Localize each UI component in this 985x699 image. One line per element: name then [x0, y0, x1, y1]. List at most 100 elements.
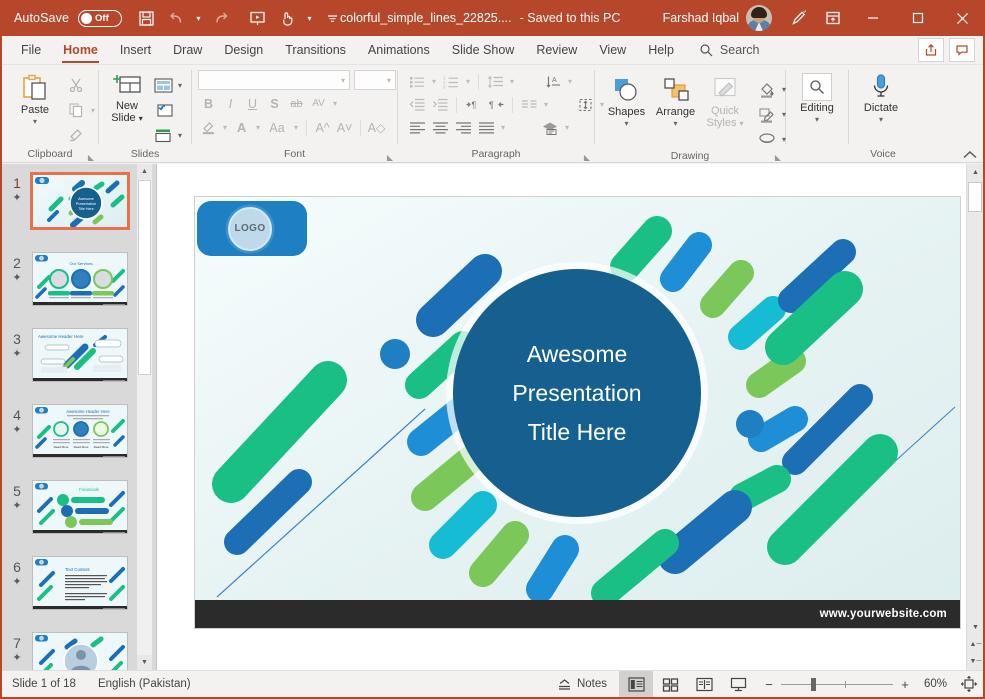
increase-font-size-button[interactable]: A^: [312, 117, 333, 138]
smartart-dropdown-icon[interactable]: ▾: [562, 123, 572, 132]
font-dialog-launcher[interactable]: ◣: [387, 153, 393, 162]
view-slide-sorter-button[interactable]: [653, 671, 687, 697]
list-item[interactable]: 7 ✦: [2, 632, 152, 670]
maximize-icon[interactable]: [895, 0, 940, 36]
zoom-control[interactable]: − + 60%: [755, 677, 955, 692]
scroll-down-icon[interactable]: ▼: [137, 655, 152, 670]
logo-placeholder[interactable]: LOGO: [197, 201, 307, 256]
slide-thumbnail[interactable]: Awesome Presentation Title Here: [30, 172, 130, 230]
scroll-down-icon[interactable]: ▼: [967, 619, 984, 636]
copy-dropdown-icon[interactable]: ▾: [88, 106, 98, 115]
canvas-scrollbar[interactable]: ▲ ▼ ▲─ ▼─: [966, 164, 983, 670]
columns-icon[interactable]: [518, 94, 540, 115]
decrease-indent-icon[interactable]: [406, 94, 428, 115]
shapes-button[interactable]: Shapes ▾: [603, 73, 650, 128]
list-item[interactable]: 2 ✦ Our Services: [2, 252, 152, 328]
shapes-dropdown-icon[interactable]: ▾: [624, 119, 628, 128]
zoom-out-button[interactable]: −: [763, 677, 775, 692]
right-to-left-icon[interactable]: ¶: [485, 94, 507, 115]
zoom-level-label[interactable]: 60%: [917, 678, 947, 690]
slide-thumbnail[interactable]: Awesome Header Here: [32, 328, 128, 382]
fit-slide-to-window-button[interactable]: [955, 676, 983, 692]
touch-mode-icon[interactable]: [273, 4, 301, 32]
scroll-up-icon[interactable]: ▲: [967, 164, 984, 181]
paste-dropdown-icon[interactable]: ▾: [33, 117, 37, 126]
scroll-up-icon[interactable]: ▲: [137, 164, 152, 179]
list-item[interactable]: 1 ✦ Awesome Presentation Title Here: [2, 172, 152, 252]
dictate-dropdown-icon[interactable]: ▾: [879, 115, 883, 124]
editing-button[interactable]: Editing ▾: [789, 69, 845, 124]
strikethrough-button[interactable]: ab: [286, 93, 307, 114]
tab-home[interactable]: Home: [52, 36, 109, 64]
shape-fill-icon[interactable]: [755, 78, 779, 100]
change-case-button[interactable]: Aa: [264, 117, 290, 138]
tab-draw[interactable]: Draw: [162, 36, 213, 64]
text-shadow-button[interactable]: S: [264, 93, 285, 114]
share-icon[interactable]: [918, 38, 944, 62]
arrange-dropdown-icon[interactable]: ▾: [673, 119, 677, 128]
decrease-font-size-button[interactable]: A˅: [334, 117, 355, 138]
scrollbar-thumb[interactable]: [968, 182, 982, 212]
copy-icon[interactable]: [64, 99, 88, 121]
paragraph-dialog-launcher[interactable]: ◣: [584, 153, 590, 162]
zoom-slider[interactable]: [781, 677, 893, 691]
tab-insert[interactable]: Insert: [109, 36, 162, 64]
bullets-dropdown-icon[interactable]: ▾: [429, 77, 439, 86]
line-spacing-icon[interactable]: [484, 71, 506, 92]
tab-file[interactable]: File: [10, 36, 52, 64]
text-direction-icon[interactable]: A: [542, 71, 564, 92]
search-box[interactable]: Search: [699, 36, 760, 64]
clipboard-dialog-launcher[interactable]: ◣: [88, 153, 94, 162]
increase-indent-icon[interactable]: [429, 94, 451, 115]
editing-dropdown-icon[interactable]: ▾: [815, 115, 819, 124]
thumbnail-scrollbar[interactable]: ▲ ▼: [137, 164, 152, 670]
close-icon[interactable]: [940, 0, 985, 36]
justify-dropdown-icon[interactable]: ▾: [498, 123, 508, 132]
align-left-icon[interactable]: [406, 117, 428, 138]
slide-thumbnail[interactable]: Financials: [32, 480, 128, 534]
layout-dropdown-icon[interactable]: ▾: [175, 81, 185, 90]
current-slide[interactable]: LOGO Awesome Presentation Title Here www…: [195, 197, 960, 628]
minimize-icon[interactable]: [850, 0, 895, 36]
touch-mode-dropdown-icon[interactable]: ▾: [303, 4, 316, 32]
list-item[interactable]: 6 ✦ Text Content: [2, 556, 152, 632]
tab-animations[interactable]: Animations: [357, 36, 441, 64]
font-color-icon[interactable]: A: [231, 117, 252, 138]
language-indicator[interactable]: English (Pakistan): [98, 678, 191, 690]
align-right-icon[interactable]: [452, 117, 474, 138]
text-highlight-icon[interactable]: [198, 117, 219, 138]
start-presentation-icon[interactable]: [243, 4, 271, 32]
bold-button[interactable]: B: [198, 93, 219, 114]
view-slide-show-button[interactable]: [721, 671, 755, 697]
cut-icon[interactable]: [64, 74, 88, 96]
avatar[interactable]: [746, 5, 772, 31]
change-case-dropdown-icon[interactable]: ▾: [291, 123, 301, 132]
slide-layout-icon[interactable]: [151, 74, 175, 96]
tab-help[interactable]: Help: [637, 36, 685, 64]
collapse-ribbon-button[interactable]: [963, 150, 977, 160]
section-dropdown-icon[interactable]: ▾: [175, 131, 185, 140]
character-spacing-button[interactable]: AV: [308, 93, 329, 114]
ribbon-display-options-icon[interactable]: [816, 4, 850, 32]
slide-counter[interactable]: Slide 1 of 18: [12, 678, 76, 690]
format-painter-icon[interactable]: [64, 124, 88, 146]
clear-formatting-icon[interactable]: A◇: [366, 117, 387, 138]
autosave-toggle[interactable]: Off: [78, 9, 123, 27]
columns-dropdown-icon[interactable]: ▾: [541, 100, 551, 109]
align-center-icon[interactable]: [429, 117, 451, 138]
tab-view[interactable]: View: [588, 36, 637, 64]
align-text-icon[interactable]: [574, 94, 596, 115]
drawing-dialog-launcher[interactable]: ◣: [775, 153, 781, 162]
zoom-slider-handle[interactable]: [811, 677, 816, 691]
numbering-dropdown-icon[interactable]: ▾: [463, 77, 473, 86]
slide-thumbnail[interactable]: Awesome Header Here: [32, 404, 128, 458]
numbering-icon[interactable]: 123: [440, 71, 462, 92]
tab-design[interactable]: Design: [213, 36, 274, 64]
tab-slide-show[interactable]: Slide Show: [441, 36, 526, 64]
ink-icon[interactable]: [782, 4, 816, 32]
tab-review[interactable]: Review: [525, 36, 588, 64]
slide-thumbnail[interactable]: Our Services: [32, 252, 128, 306]
next-slide-icon[interactable]: ▼─: [967, 653, 984, 670]
character-spacing-dropdown-icon[interactable]: ▾: [330, 99, 340, 108]
highlight-dropdown-icon[interactable]: ▾: [220, 123, 230, 132]
